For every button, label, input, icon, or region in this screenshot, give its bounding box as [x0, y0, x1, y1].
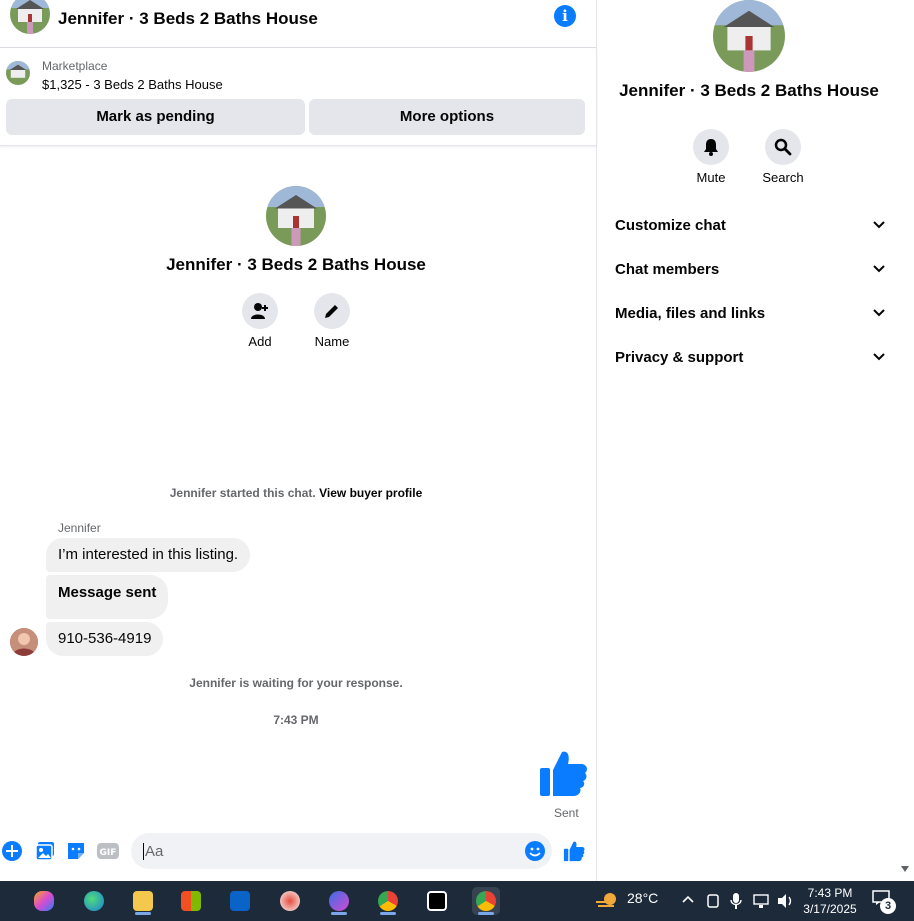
chat-title[interactable]: Jennifer · 3 Beds 2 Baths House	[58, 9, 318, 29]
composer-bar: GIF Aa	[0, 833, 597, 869]
meet-icon[interactable]	[706, 893, 720, 909]
chevron-down-icon	[873, 265, 885, 273]
pencil-icon	[325, 305, 338, 318]
chevron-down-icon	[873, 221, 885, 229]
notification-count: 3	[880, 898, 896, 914]
outlook-app-icon[interactable]	[226, 887, 254, 915]
marketplace-banner: Marketplace $1,325 - 3 Beds 2 Baths Hous…	[0, 49, 597, 146]
chat-pane: Jennifer · 3 Beds 2 Baths House i Market…	[0, 0, 597, 881]
mute-label: Mute	[696, 170, 726, 185]
listing-title[interactable]: $1,325 - 3 Beds 2 Baths House	[42, 77, 223, 92]
emoji-icon[interactable]	[525, 841, 545, 861]
add-person-button[interactable]	[242, 293, 278, 329]
started-text: Jennifer started this chat.	[169, 486, 316, 500]
file-explorer-icon[interactable]	[129, 887, 157, 915]
listing-thumbnail[interactable]	[6, 61, 30, 85]
add-label: Add	[248, 334, 272, 349]
sender-name: Jennifer	[58, 521, 101, 535]
capcut-app-icon[interactable]	[423, 887, 451, 915]
message-bubble[interactable]: I’m interested in this listing.	[46, 538, 251, 572]
mark-pending-button[interactable]: Mark as pending	[6, 99, 305, 135]
chat-members-section[interactable]: Chat members	[615, 261, 885, 285]
timestamp: 7:43 PM	[273, 713, 319, 727]
svg-text:GIF: GIF	[100, 848, 117, 858]
info-icon[interactable]: i	[554, 5, 576, 27]
sidebar-title: Jennifer · 3 Beds 2 Baths House	[619, 81, 879, 100]
section-label: Chat members	[615, 261, 720, 278]
mute-button[interactable]	[693, 129, 729, 165]
network-icon[interactable]	[753, 893, 769, 909]
weather-icon[interactable]	[596, 891, 620, 911]
message-input[interactable]: Aa	[131, 833, 552, 869]
notifications-button[interactable]: 3	[872, 890, 896, 914]
windows-taskbar: 28°C 7:43 PM 3/17/2025 3	[0, 881, 914, 921]
sent-status: Sent	[554, 806, 579, 820]
chevron-down-icon	[873, 353, 885, 361]
message-bubble[interactable]: 910-536-4919	[46, 622, 164, 656]
chevron-down-icon	[873, 309, 885, 317]
sender-avatar[interactable]	[10, 628, 38, 656]
chat-started-notice: Jennifer started this chat. View buyer p…	[0, 486, 592, 500]
name-label: Name	[314, 334, 350, 349]
photo-icon[interactable]	[35, 841, 55, 861]
send-like-icon[interactable]	[563, 840, 585, 862]
microsoft-store-icon[interactable]	[177, 887, 205, 915]
search-label: Search	[762, 170, 804, 185]
clock-time: 7:43 PM	[807, 886, 853, 900]
chrome-profile-app-icon[interactable]	[472, 887, 500, 915]
media-files-links-section[interactable]: Media, files and links	[615, 305, 885, 329]
section-label: Customize chat	[615, 217, 726, 234]
message-placeholder: Aa	[143, 843, 164, 860]
chevron-up-icon[interactable]	[682, 895, 694, 903]
view-buyer-profile-link[interactable]: View buyer profile	[319, 486, 422, 500]
temperature[interactable]: 28°C	[627, 890, 658, 906]
copilot-app-icon[interactable]	[30, 887, 58, 915]
chrome-app-icon[interactable]	[374, 887, 402, 915]
waiting-notice: Jennifer is waiting for your response.	[189, 676, 403, 690]
edge-app-icon[interactable]	[80, 887, 108, 915]
messenger-app-icon[interactable]	[325, 887, 353, 915]
thumbs-up-icon[interactable]	[538, 748, 588, 798]
section-label: Media, files and links	[615, 305, 766, 322]
system-clock[interactable]: 7:43 PM 3/17/2025	[800, 885, 860, 917]
volume-icon[interactable]	[777, 893, 795, 909]
scroll-down-arrow[interactable]	[901, 866, 909, 872]
search-button[interactable]	[765, 129, 801, 165]
section-label: Privacy & support	[615, 349, 744, 366]
search-icon	[774, 138, 792, 156]
marketplace-label: Marketplace	[42, 59, 108, 73]
message-bubble[interactable]: Message sent	[46, 575, 169, 619]
sidebar-avatar	[713, 0, 785, 72]
plus-circle-icon[interactable]	[2, 841, 22, 861]
thread-avatar	[266, 186, 326, 246]
gif-icon[interactable]: GIF	[97, 841, 119, 861]
paint-app-icon[interactable]	[276, 887, 304, 915]
rename-button[interactable]	[314, 293, 350, 329]
clock-date: 3/17/2025	[803, 902, 857, 916]
bell-icon	[704, 139, 718, 156]
chat-info-panel: Jennifer · 3 Beds 2 Baths House Mute Sea…	[598, 0, 914, 881]
customize-chat-section[interactable]: Customize chat	[615, 217, 885, 241]
thread-title: Jennifer · 3 Beds 2 Baths House	[166, 255, 426, 274]
more-options-button[interactable]: More options	[309, 99, 585, 135]
sticker-icon[interactable]	[66, 841, 86, 861]
add-person-icon	[251, 303, 268, 319]
house-avatar[interactable]	[10, 0, 50, 34]
privacy-support-section[interactable]: Privacy & support	[615, 349, 885, 373]
chat-header: Jennifer · 3 Beds 2 Baths House i	[0, 0, 597, 48]
microphone-icon[interactable]	[730, 892, 742, 910]
